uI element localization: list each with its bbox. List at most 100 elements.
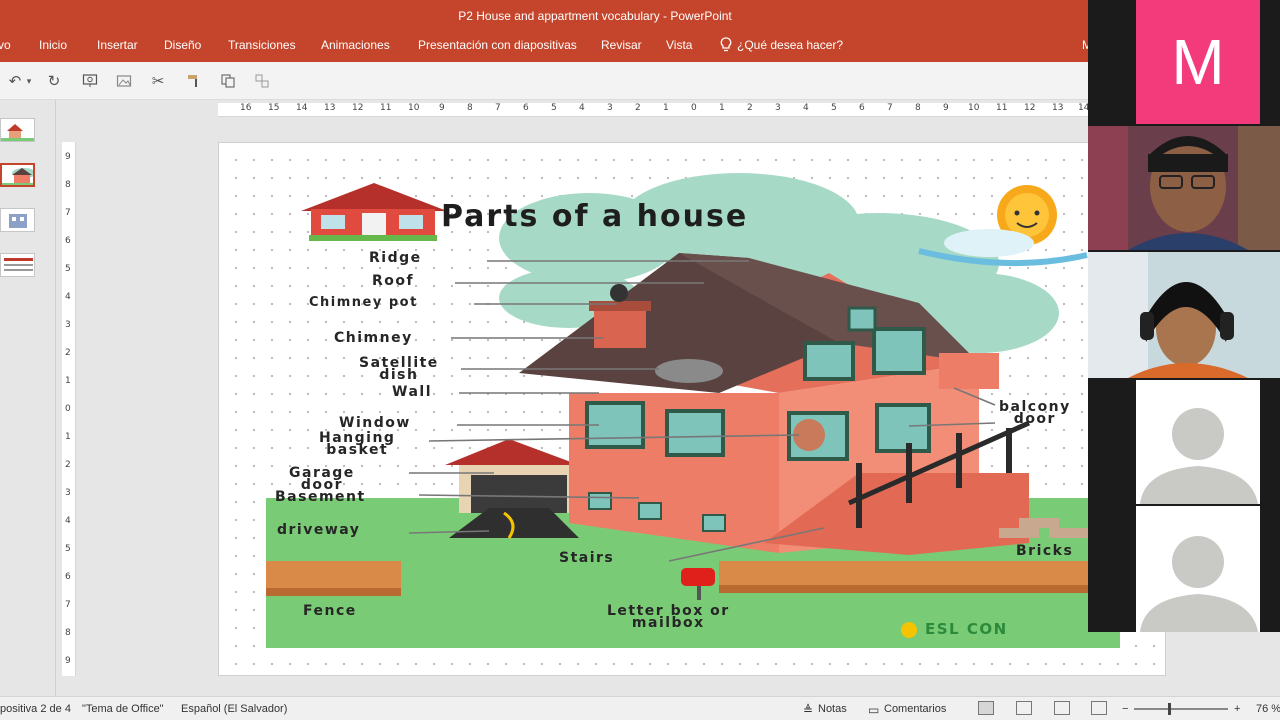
participant-video-frame: [1088, 126, 1280, 250]
ruler-tick-label: 11: [996, 103, 1008, 113]
ruler-tick-label: 2: [635, 103, 641, 113]
ruler-tick-label: 8: [467, 103, 473, 113]
participant-initial: M: [1171, 26, 1225, 98]
label-letter-box[interactable]: Letter box or mailbox: [607, 604, 730, 630]
ruler-tick-label: 3: [65, 320, 71, 330]
label-roof[interactable]: Roof: [372, 274, 414, 288]
ruler-tick-label: 7: [65, 600, 71, 610]
participant-tile-5[interactable]: [1088, 506, 1280, 632]
reading-view-icon[interactable]: [1054, 701, 1070, 715]
zoom-slider-thumb[interactable]: [1168, 703, 1171, 715]
slide-thumbnail-3[interactable]: [0, 208, 35, 232]
ruler-tick-label: 9: [943, 103, 949, 113]
label-fence[interactable]: Fence: [303, 604, 357, 618]
present-from-start-icon[interactable]: [80, 71, 100, 91]
tab-revisar[interactable]: Revisar: [601, 38, 642, 52]
label-bricks[interactable]: Bricks: [1016, 544, 1073, 558]
participant-tile-4[interactable]: [1088, 380, 1280, 504]
house-logo-icon: [301, 183, 447, 241]
ruler-tick-label: 2: [747, 103, 753, 113]
label-chimney-pot[interactable]: Chimney pot: [309, 296, 418, 309]
ruler-tick-label: 9: [65, 656, 71, 666]
language[interactable]: Español (El Salvador): [181, 703, 287, 715]
ruler-tick-label: 8: [65, 180, 71, 190]
ruler-tick-label: 6: [65, 236, 71, 246]
ruler-tick-label: 4: [65, 292, 71, 302]
slideshow-view-icon[interactable]: [1091, 701, 1107, 715]
participant-tile-3[interactable]: [1088, 252, 1280, 378]
tab-diseno[interactable]: Diseño: [164, 38, 201, 52]
slide-thumbnails: [0, 100, 56, 696]
label-balcony-door[interactable]: balcony door: [999, 400, 1071, 426]
tab-transiciones[interactable]: Transiciones: [228, 38, 296, 52]
comments-button[interactable]: Comentarios: [884, 703, 946, 715]
ruler-tick-label: 9: [439, 103, 445, 113]
zoom-slider[interactable]: [1134, 703, 1228, 715]
powerpoint-window: P2 House and appartment vocabulary - Pow…: [0, 0, 1280, 720]
slide-canvas[interactable]: Parts of a house Ridge Roof Chimney pot …: [218, 142, 1166, 676]
slide-title[interactable]: Parts of a house: [441, 201, 748, 233]
label-satellite-dish[interactable]: Satellite dish: [359, 356, 439, 382]
zoom-in-button[interactable]: +: [1234, 703, 1240, 715]
label-garage-door[interactable]: Garage door: [289, 466, 355, 492]
undo-icon[interactable]: ↶: [5, 71, 25, 91]
label-stairs[interactable]: Stairs: [559, 551, 614, 565]
participant-video-frame: [1088, 252, 1280, 378]
copy-icon[interactable]: [218, 71, 238, 91]
ruler-tick-label: 5: [831, 103, 837, 113]
fence-right: [719, 561, 1089, 593]
label-basement[interactable]: Basement: [275, 490, 366, 504]
undo-dropdown-icon[interactable]: ▾: [24, 71, 34, 91]
ruler-tick-label: 7: [887, 103, 893, 113]
cut-icon[interactable]: ✂: [148, 71, 168, 91]
slide-thumbnail-2[interactable]: [0, 163, 35, 187]
participant-initial-avatar: M: [1136, 0, 1260, 124]
ruler-tick-label: 0: [65, 404, 71, 414]
label-window[interactable]: Window: [339, 416, 411, 430]
tab-file[interactable]: vo: [0, 38, 11, 52]
ruler-tick-label: 1: [663, 103, 669, 113]
zoom-level[interactable]: 76 %: [1256, 703, 1280, 715]
ruler-tick-label: 12: [1024, 103, 1036, 113]
tab-inicio[interactable]: Inicio: [39, 38, 67, 52]
tab-presentacion[interactable]: Presentación con diapositivas: [418, 38, 577, 52]
label-wall[interactable]: Wall: [392, 385, 432, 399]
ruler-tick-label: 6: [523, 103, 529, 113]
participant-tile-1[interactable]: M: [1088, 0, 1280, 124]
ruler-tick-label: 4: [579, 103, 585, 113]
ruler-tick-label: 6: [859, 103, 865, 113]
tell-me-search[interactable]: ¿Qué desea hacer?: [737, 38, 843, 52]
ruler-tick-label: 15: [268, 103, 280, 113]
slide-thumbnail-1[interactable]: [0, 118, 35, 142]
ruler-tick-label: 1: [65, 376, 71, 386]
tab-animaciones[interactable]: Animaciones: [321, 38, 390, 52]
format-painter-icon[interactable]: [184, 71, 204, 91]
video-call-panel: M: [1088, 0, 1280, 632]
ruler-tick-label: 5: [551, 103, 557, 113]
redo-icon[interactable]: ↻: [44, 71, 64, 91]
slide-thumbnail-4[interactable]: [0, 253, 35, 277]
ruler-tick-label: 13: [324, 103, 336, 113]
picture-icon[interactable]: [114, 71, 134, 91]
ruler-tick-label: 10: [968, 103, 980, 113]
ruler-tick-label: 8: [65, 628, 71, 638]
label-driveway[interactable]: driveway: [277, 523, 360, 537]
ruler-tick-label: 0: [691, 103, 697, 113]
normal-view-icon[interactable]: [978, 701, 994, 715]
tab-insertar[interactable]: Insertar: [97, 38, 138, 52]
logo-dot-icon: [901, 622, 917, 638]
horizontal-ruler: 16 15 14 13 12 11 10 9 8 7 6 5 4 3 2 1 0…: [218, 103, 1089, 117]
label-hanging-basket[interactable]: Hanging basket: [319, 431, 395, 457]
zoom-out-button[interactable]: −: [1122, 703, 1128, 715]
slide-sorter-icon[interactable]: [1016, 701, 1032, 715]
group-objects-icon[interactable]: [252, 71, 272, 91]
label-chimney[interactable]: Chimney: [334, 331, 413, 345]
ruler-tick-label: 3: [607, 103, 613, 113]
participant-tile-2[interactable]: [1088, 126, 1280, 250]
notes-button[interactable]: Notas: [818, 703, 847, 715]
vertical-ruler: 9 8 7 6 5 4 3 2 1 0 1 2 3 4 5 6 7 8 9: [62, 142, 76, 676]
tab-vista[interactable]: Vista: [666, 38, 692, 52]
ruler-tick-label: 13: [1052, 103, 1064, 113]
label-ridge[interactable]: Ridge: [369, 251, 422, 265]
ruler-tick-label: 3: [65, 488, 71, 498]
